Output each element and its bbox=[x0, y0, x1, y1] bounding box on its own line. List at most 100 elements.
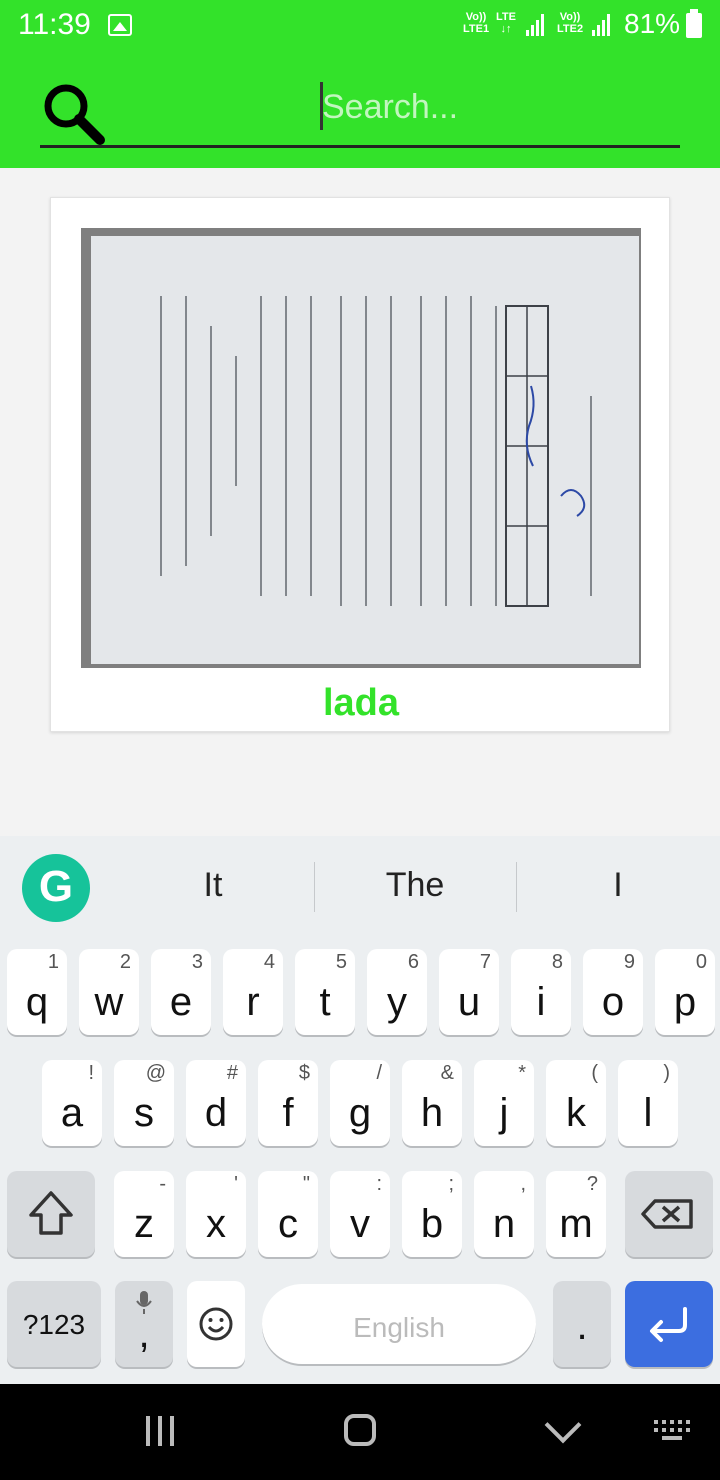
key-g[interactable]: g / bbox=[330, 1060, 390, 1146]
key-hint: / bbox=[376, 1062, 382, 1084]
key-n[interactable]: n, bbox=[474, 1171, 534, 1257]
home-icon[interactable] bbox=[344, 1414, 376, 1446]
key-v[interactable]: v: bbox=[330, 1171, 390, 1257]
suggestion-2[interactable]: The bbox=[355, 866, 475, 905]
key-label: h bbox=[420, 1091, 444, 1135]
key-label: s bbox=[134, 1091, 154, 1135]
key-label: e bbox=[169, 980, 193, 1024]
emoji-icon bbox=[199, 1307, 233, 1341]
search-icon[interactable] bbox=[40, 80, 106, 146]
key-m[interactable]: m? bbox=[546, 1171, 606, 1257]
key-w[interactable]: w2 bbox=[79, 949, 139, 1035]
key-a[interactable]: a! bbox=[42, 1060, 102, 1146]
key-c[interactable]: c " bbox=[258, 1171, 318, 1257]
keyboard: G It The I q1w2e3r4t5y6u7i8o9p0 a! s @ d # f $… bbox=[0, 836, 720, 1384]
back-icon[interactable] bbox=[544, 1406, 582, 1444]
recent-apps-icon[interactable] bbox=[146, 1416, 176, 1446]
key-label: k bbox=[566, 1091, 586, 1135]
key-r[interactable]: r4 bbox=[223, 949, 283, 1035]
key-label: x bbox=[206, 1202, 226, 1246]
status-bar: 11:39 Vo)) LTE1 LTE ↓↑ Vo)) LTE2 81% bbox=[0, 0, 720, 52]
key-hint: - bbox=[159, 1173, 166, 1195]
key-y[interactable]: y6 bbox=[367, 949, 427, 1035]
key-hint: & bbox=[440, 1062, 454, 1084]
key-hint: ) bbox=[663, 1062, 670, 1084]
card-title[interactable]: lada bbox=[51, 682, 671, 725]
symbols-key[interactable]: ?123 bbox=[7, 1281, 101, 1367]
key-label: y bbox=[387, 980, 407, 1024]
key-j[interactable]: j * bbox=[474, 1060, 534, 1146]
key-hint: 1 bbox=[47, 951, 59, 973]
key-label: u bbox=[457, 980, 481, 1024]
key-label: q bbox=[25, 980, 49, 1024]
key-h[interactable]: h & bbox=[402, 1060, 462, 1146]
sim1-indicator: Vo)) LTE1 bbox=[463, 11, 490, 35]
key-u[interactable]: u7 bbox=[439, 949, 499, 1035]
key-s[interactable]: s @ bbox=[114, 1060, 174, 1146]
key-l[interactable]: l) bbox=[618, 1060, 678, 1146]
key-label: d bbox=[204, 1091, 228, 1135]
key-label: o bbox=[601, 980, 625, 1024]
key-k[interactable]: k( bbox=[546, 1060, 606, 1146]
key-f[interactable]: f $ bbox=[258, 1060, 318, 1146]
period-key[interactable]: . bbox=[553, 1281, 611, 1367]
status-time: 11:39 bbox=[18, 8, 91, 41]
gallery-notification-icon bbox=[108, 14, 132, 36]
sim2-indicator: Vo)) LTE2 bbox=[557, 11, 584, 35]
card-image[interactable] bbox=[81, 228, 641, 668]
key-i[interactable]: i8 bbox=[511, 949, 571, 1035]
key-label: b bbox=[420, 1202, 444, 1246]
key-label: g bbox=[348, 1091, 372, 1135]
space-key[interactable]: English bbox=[262, 1284, 536, 1364]
key-z[interactable]: z- bbox=[114, 1171, 174, 1257]
search-bar[interactable] bbox=[40, 70, 680, 148]
grammarly-icon[interactable]: G bbox=[22, 854, 90, 922]
emoji-key[interactable] bbox=[187, 1281, 245, 1367]
keyboard-switch-icon[interactable] bbox=[654, 1420, 694, 1444]
key-hint: 5 bbox=[335, 951, 347, 973]
suggestion-divider bbox=[314, 862, 315, 912]
comma-key[interactable]: , bbox=[115, 1281, 173, 1367]
key-label: a bbox=[60, 1091, 84, 1135]
key-hint: $ bbox=[298, 1062, 310, 1084]
key-b[interactable]: b; bbox=[402, 1171, 462, 1257]
key-p[interactable]: p0 bbox=[655, 949, 715, 1035]
enter-key[interactable] bbox=[625, 1281, 713, 1367]
suggestion-3[interactable]: I bbox=[558, 866, 678, 905]
key-label: l bbox=[643, 1091, 653, 1135]
key-label: p bbox=[673, 980, 697, 1024]
key-e[interactable]: e3 bbox=[151, 949, 211, 1035]
battery-level: 81% bbox=[624, 8, 681, 39]
signal1-icon bbox=[526, 14, 550, 36]
key-hint: * bbox=[518, 1062, 526, 1084]
key-x[interactable]: x ' bbox=[186, 1171, 246, 1257]
key-hint: ! bbox=[88, 1062, 94, 1084]
navigation-bar bbox=[0, 1384, 720, 1480]
key-hint: 6 bbox=[407, 951, 419, 973]
shift-key[interactable] bbox=[7, 1171, 95, 1257]
document-photo bbox=[91, 236, 639, 664]
key-label: t bbox=[319, 980, 331, 1024]
key-hint: # bbox=[226, 1062, 238, 1084]
key-label: w bbox=[94, 980, 124, 1024]
key-d[interactable]: d # bbox=[186, 1060, 246, 1146]
key-hint: ? bbox=[586, 1173, 598, 1195]
key-label: c bbox=[278, 1202, 298, 1246]
suggestion-1[interactable]: It bbox=[153, 866, 273, 905]
key-hint: ' bbox=[234, 1173, 238, 1195]
result-card[interactable]: lada bbox=[50, 197, 670, 732]
key-hint: 2 bbox=[119, 951, 131, 973]
key-label: f bbox=[282, 1091, 294, 1135]
key-q[interactable]: q1 bbox=[7, 949, 67, 1035]
key-o[interactable]: o9 bbox=[583, 949, 643, 1035]
backspace-icon bbox=[641, 1199, 693, 1229]
backspace-key[interactable] bbox=[625, 1171, 713, 1257]
key-hint: , bbox=[520, 1173, 526, 1195]
key-label: z bbox=[134, 1202, 154, 1246]
key-t[interactable]: t5 bbox=[295, 949, 355, 1035]
suggestion-strip: G It The I bbox=[0, 836, 720, 940]
key-label: m bbox=[559, 1202, 593, 1246]
key-label: n bbox=[492, 1202, 516, 1246]
key-label: i bbox=[536, 980, 546, 1024]
search-input[interactable] bbox=[322, 82, 672, 132]
